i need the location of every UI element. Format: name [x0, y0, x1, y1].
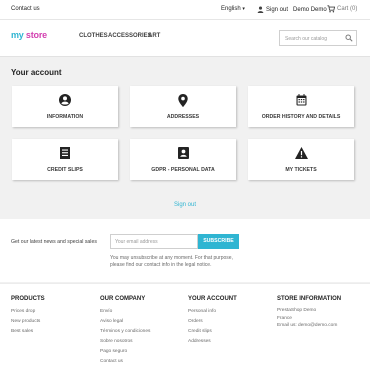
card-label: ORDER HISTORY AND DETAILS	[261, 114, 341, 120]
search-icon[interactable]	[345, 34, 353, 42]
card-label: ADDRESSES	[166, 114, 200, 120]
card-order-history[interactable]: ORDER HISTORY AND DETAILS	[248, 86, 354, 127]
footer-heading: PRODUCTS	[11, 296, 45, 302]
card-label: MY TICKETS	[285, 167, 317, 173]
signout-label: Sign out	[266, 6, 289, 13]
footer-link[interactable]: New products	[11, 317, 45, 327]
footer-store-info: STORE INFORMATION PrestaShop Demo France…	[277, 296, 341, 330]
user-circle-icon	[59, 94, 71, 106]
nav-accessories[interactable]: ACCESSORIES	[108, 33, 152, 39]
store-email-link[interactable]: Email us: demo@demo.com	[277, 322, 341, 330]
store-logo[interactable]: my store	[11, 30, 47, 40]
footer-products: PRODUCTS Prices drop New products Best s…	[11, 296, 45, 337]
language-label: English	[221, 6, 241, 12]
email-placeholder: Your email address	[115, 239, 158, 245]
footer-link[interactable]: Términos y condiciones	[100, 327, 150, 337]
footer-link[interactable]: Sobre nosotros	[100, 337, 150, 347]
user-icon	[257, 6, 264, 13]
search-placeholder: Search our catalog	[285, 36, 327, 42]
store-country: France	[277, 315, 292, 321]
store-name: PrestaShop Demo	[277, 308, 317, 313]
footer-heading: YOUR ACCOUNT	[188, 296, 237, 302]
map-marker-icon	[178, 94, 188, 107]
nav-art[interactable]: ART	[148, 33, 160, 39]
card-credit-slips[interactable]: CREDIT SLIPS	[12, 139, 118, 180]
footer-heading: STORE INFORMATION	[277, 296, 342, 302]
card-information[interactable]: INFORMATION	[12, 86, 118, 127]
header: my store CLOTHES ACCESSORIES ART Search …	[0, 20, 370, 57]
cart-link[interactable]: Cart (0)	[327, 5, 357, 13]
footer-link[interactable]: Credit slips	[188, 327, 237, 337]
footer-link[interactable]: Pago seguro	[100, 347, 150, 357]
footer: PRODUCTS Prices drop New products Best s…	[0, 283, 370, 371]
footer-link[interactable]: Contact us	[100, 357, 150, 367]
footer-link[interactable]: Addresses	[188, 337, 237, 347]
newsletter-note: You may unsubscribe at any moment. For t…	[110, 255, 233, 268]
footer-your-account: YOUR ACCOUNT Personal info Orders Credit…	[188, 296, 237, 347]
footer-link[interactable]: Aviso legal	[100, 317, 150, 327]
footer-heading: OUR COMPANY	[100, 296, 146, 302]
caret-down-icon: ▾	[242, 6, 245, 12]
signout-top-link[interactable]: Sign out Demo Demo	[257, 6, 327, 13]
search-input[interactable]: Search our catalog	[279, 30, 357, 46]
language-selector[interactable]: English ▾	[221, 6, 245, 12]
page-title: Your account	[11, 68, 62, 77]
newsletter-email-input[interactable]: Your email address	[110, 234, 198, 249]
card-label: CREDIT SLIPS	[47, 167, 83, 173]
id-card-icon	[177, 147, 189, 159]
nav-clothes[interactable]: CLOTHES	[79, 33, 108, 39]
footer-link[interactable]: Personal info	[188, 307, 237, 317]
card-label: INFORMATION	[46, 114, 84, 120]
calendar-icon	[296, 94, 306, 106]
account-username[interactable]: Demo Demo	[293, 7, 327, 13]
contact-link[interactable]: Contact us	[11, 6, 40, 12]
card-addresses[interactable]: ADDRESSES	[130, 86, 236, 127]
footer-link[interactable]: Orders	[188, 317, 237, 327]
footer-link[interactable]: Prices drop	[11, 307, 45, 317]
footer-link[interactable]: Envío	[100, 307, 150, 317]
newsletter-text: Get our latest news and special sales	[11, 239, 97, 245]
top-bar: Contact us English ▾ Sign out Demo Demo …	[0, 0, 370, 20]
cart-label: Cart (0)	[337, 6, 358, 12]
signout-link[interactable]: Sign out	[0, 202, 370, 208]
subscribe-button[interactable]: SUBSCRIBE	[198, 234, 239, 249]
cart-icon	[327, 5, 335, 13]
document-icon	[60, 147, 70, 159]
card-my-tickets[interactable]: MY TICKETS	[248, 139, 354, 180]
footer-company: OUR COMPANY Envío Aviso legal Términos y…	[100, 296, 150, 367]
card-label: GDPR - PERSONAL DATA	[151, 167, 215, 173]
footer-link[interactable]: Best sales	[11, 327, 45, 337]
card-gdpr[interactable]: GDPR - PERSONAL DATA	[130, 139, 236, 180]
newsletter-section: Get our latest news and special sales Yo…	[0, 219, 370, 282]
warning-icon	[294, 147, 308, 159]
